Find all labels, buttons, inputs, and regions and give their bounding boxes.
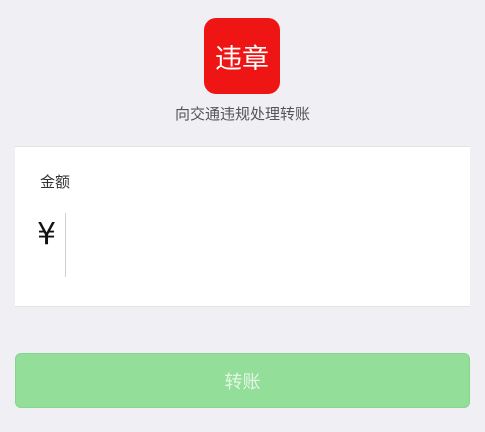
currency-symbol: ¥ (37, 217, 57, 252)
transfer-button[interactable]: 转账 (15, 353, 470, 408)
payee-logo-text: 违章 (215, 43, 269, 75)
amount-input[interactable] (63, 213, 453, 277)
payee-logo: 违章 (204, 18, 280, 94)
payee-name: 向交通违规处理转账 (174, 105, 310, 123)
transfer-page: 违章 向交通违规处理转账 金额 ¥ 转账 (0, 0, 485, 432)
amount-label: 金额 (40, 173, 71, 191)
amount-card: 金额 ¥ (15, 146, 470, 307)
